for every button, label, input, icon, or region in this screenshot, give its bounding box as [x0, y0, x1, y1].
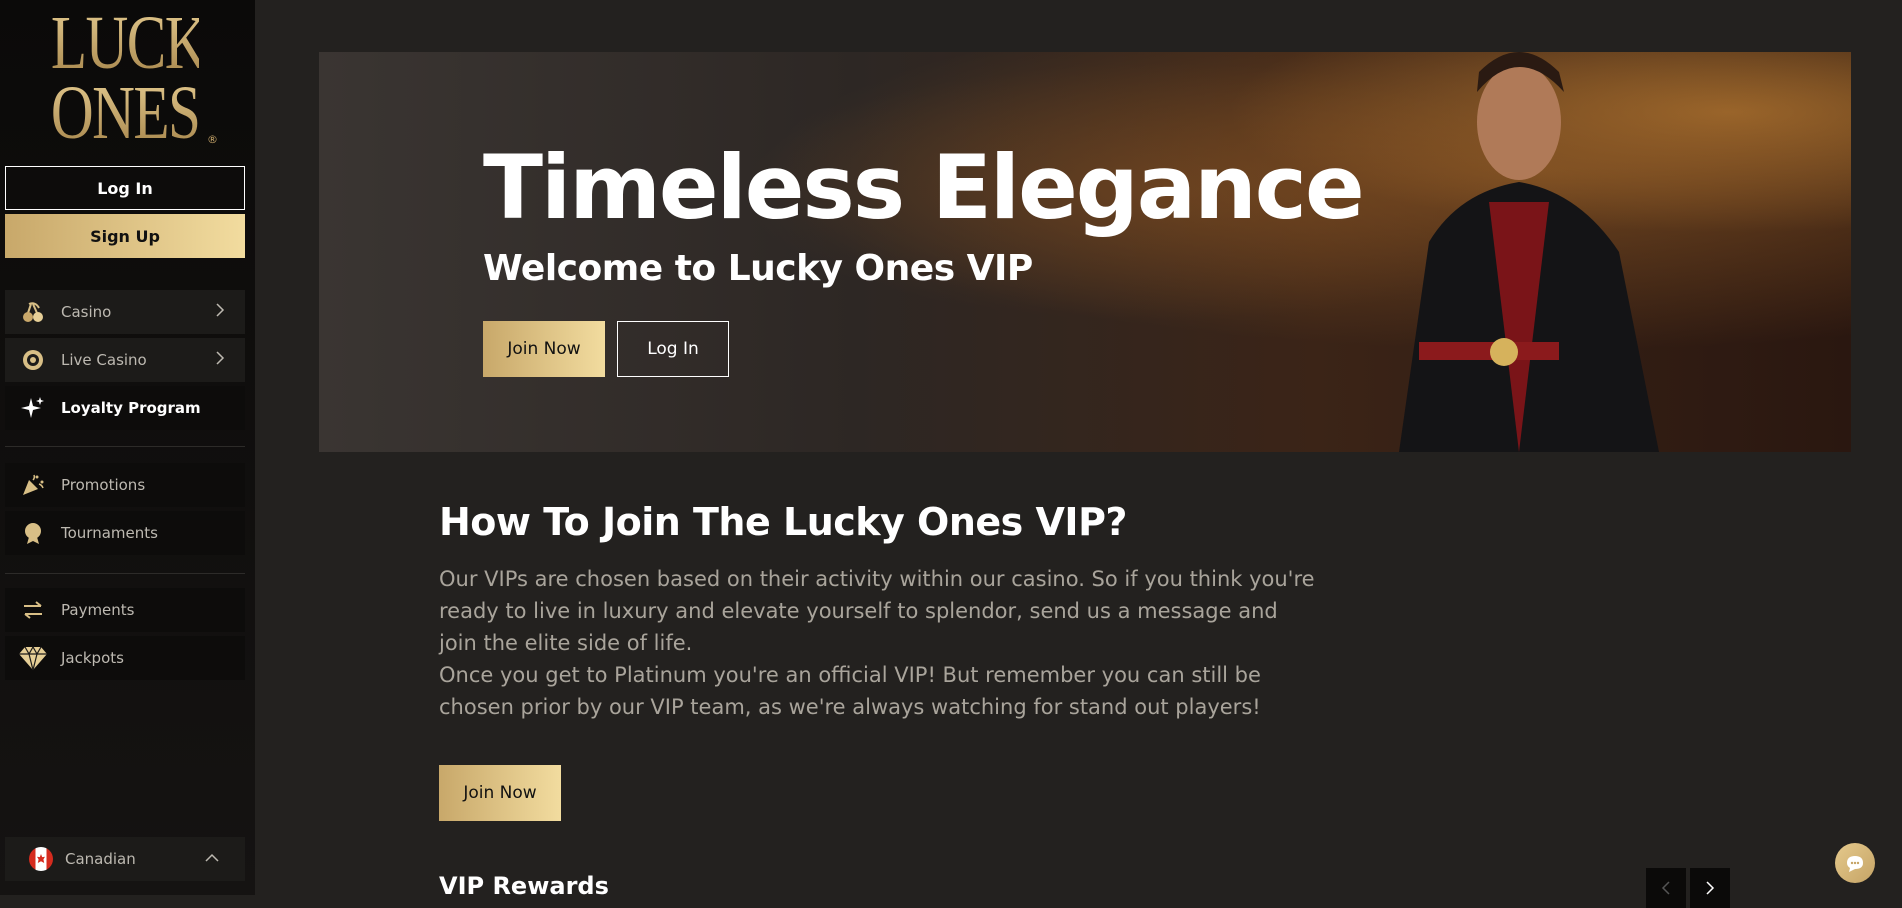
sidebar-login-button[interactable]: Log In	[5, 166, 245, 210]
chevron-right-icon	[1706, 881, 1715, 895]
party-popper-icon	[5, 472, 61, 498]
lucky-ones-logo[interactable]: LUCKY ONES ®	[30, 1, 249, 155]
sidebar-item-casino[interactable]: Casino	[5, 290, 245, 334]
chevron-right-icon	[215, 303, 245, 321]
registered-mark: ®	[207, 133, 218, 146]
chevron-up-icon	[205, 851, 245, 867]
sidebar-item-label: Tournaments	[61, 524, 158, 542]
vip-rewards-title: VIP Rewards	[439, 872, 609, 900]
section-title: How To Join The Lucky Ones VIP?	[439, 500, 1127, 544]
chat-support-button[interactable]	[1835, 843, 1875, 883]
logo-line-1: LUCKY	[50, 1, 249, 85]
hero-title: Timeless Elegance	[483, 136, 1365, 239]
sidebar-item-loyalty-program[interactable]: Loyalty Program	[5, 386, 245, 430]
sidebar-divider	[5, 573, 245, 574]
sidebar: LUCKY ONES ® Log In Sign Up Casino Live …	[0, 0, 255, 895]
hero-banner: Timeless Elegance Welcome to Lucky Ones …	[319, 52, 1851, 452]
sidebar-divider	[5, 446, 245, 447]
language-label: Canadian	[65, 850, 136, 868]
sparkle-icon	[5, 395, 61, 421]
hero-join-now-button[interactable]: Join Now	[483, 321, 605, 377]
hero-model-figure	[1399, 52, 1659, 452]
platinum-description-paragraph: Once you get to Platinum you're an offic…	[439, 663, 1261, 719]
sidebar-signup-button[interactable]: Sign Up	[5, 214, 245, 258]
sidebar-item-jackpots[interactable]: Jackpots	[5, 636, 245, 680]
sidebar-item-payments[interactable]: Payments	[5, 588, 245, 632]
sidebar-item-promotions[interactable]: Promotions	[5, 463, 245, 507]
chat-bubble-icon	[1847, 856, 1863, 872]
sidebar-item-label: Loyalty Program	[61, 399, 201, 417]
sidebar-item-tournaments[interactable]: Tournaments	[5, 511, 245, 555]
language-selector[interactable]: Canadian	[5, 837, 245, 881]
cherries-icon	[5, 300, 61, 324]
hero-subtitle: Welcome to Lucky Ones VIP	[483, 248, 1033, 289]
canada-flag-icon	[29, 847, 53, 871]
sidebar-item-label: Casino	[61, 303, 112, 321]
chevron-right-icon	[215, 351, 245, 369]
carousel-next-button[interactable]	[1690, 868, 1730, 908]
sidebar-item-label: Jackpots	[61, 649, 124, 667]
sidebar-item-label: Promotions	[61, 476, 146, 494]
transfer-arrows-icon	[5, 598, 61, 622]
sidebar-item-live-casino[interactable]: Live Casino	[5, 338, 245, 382]
sidebar-item-label: Payments	[61, 601, 135, 619]
sidebar-item-label: Live Casino	[61, 351, 147, 369]
chevron-left-icon	[1661, 881, 1670, 895]
chip-icon	[5, 348, 61, 372]
join-now-button[interactable]: Join Now	[439, 765, 561, 821]
rosette-icon	[5, 521, 61, 545]
carousel-prev-button[interactable]	[1646, 868, 1686, 908]
logo-line-2: ONES	[50, 71, 201, 155]
hero-login-button[interactable]: Log In	[617, 321, 729, 377]
diamond-icon	[5, 645, 61, 671]
vip-description-paragraph: Our VIPs are chosen based on their activ…	[439, 567, 1315, 655]
